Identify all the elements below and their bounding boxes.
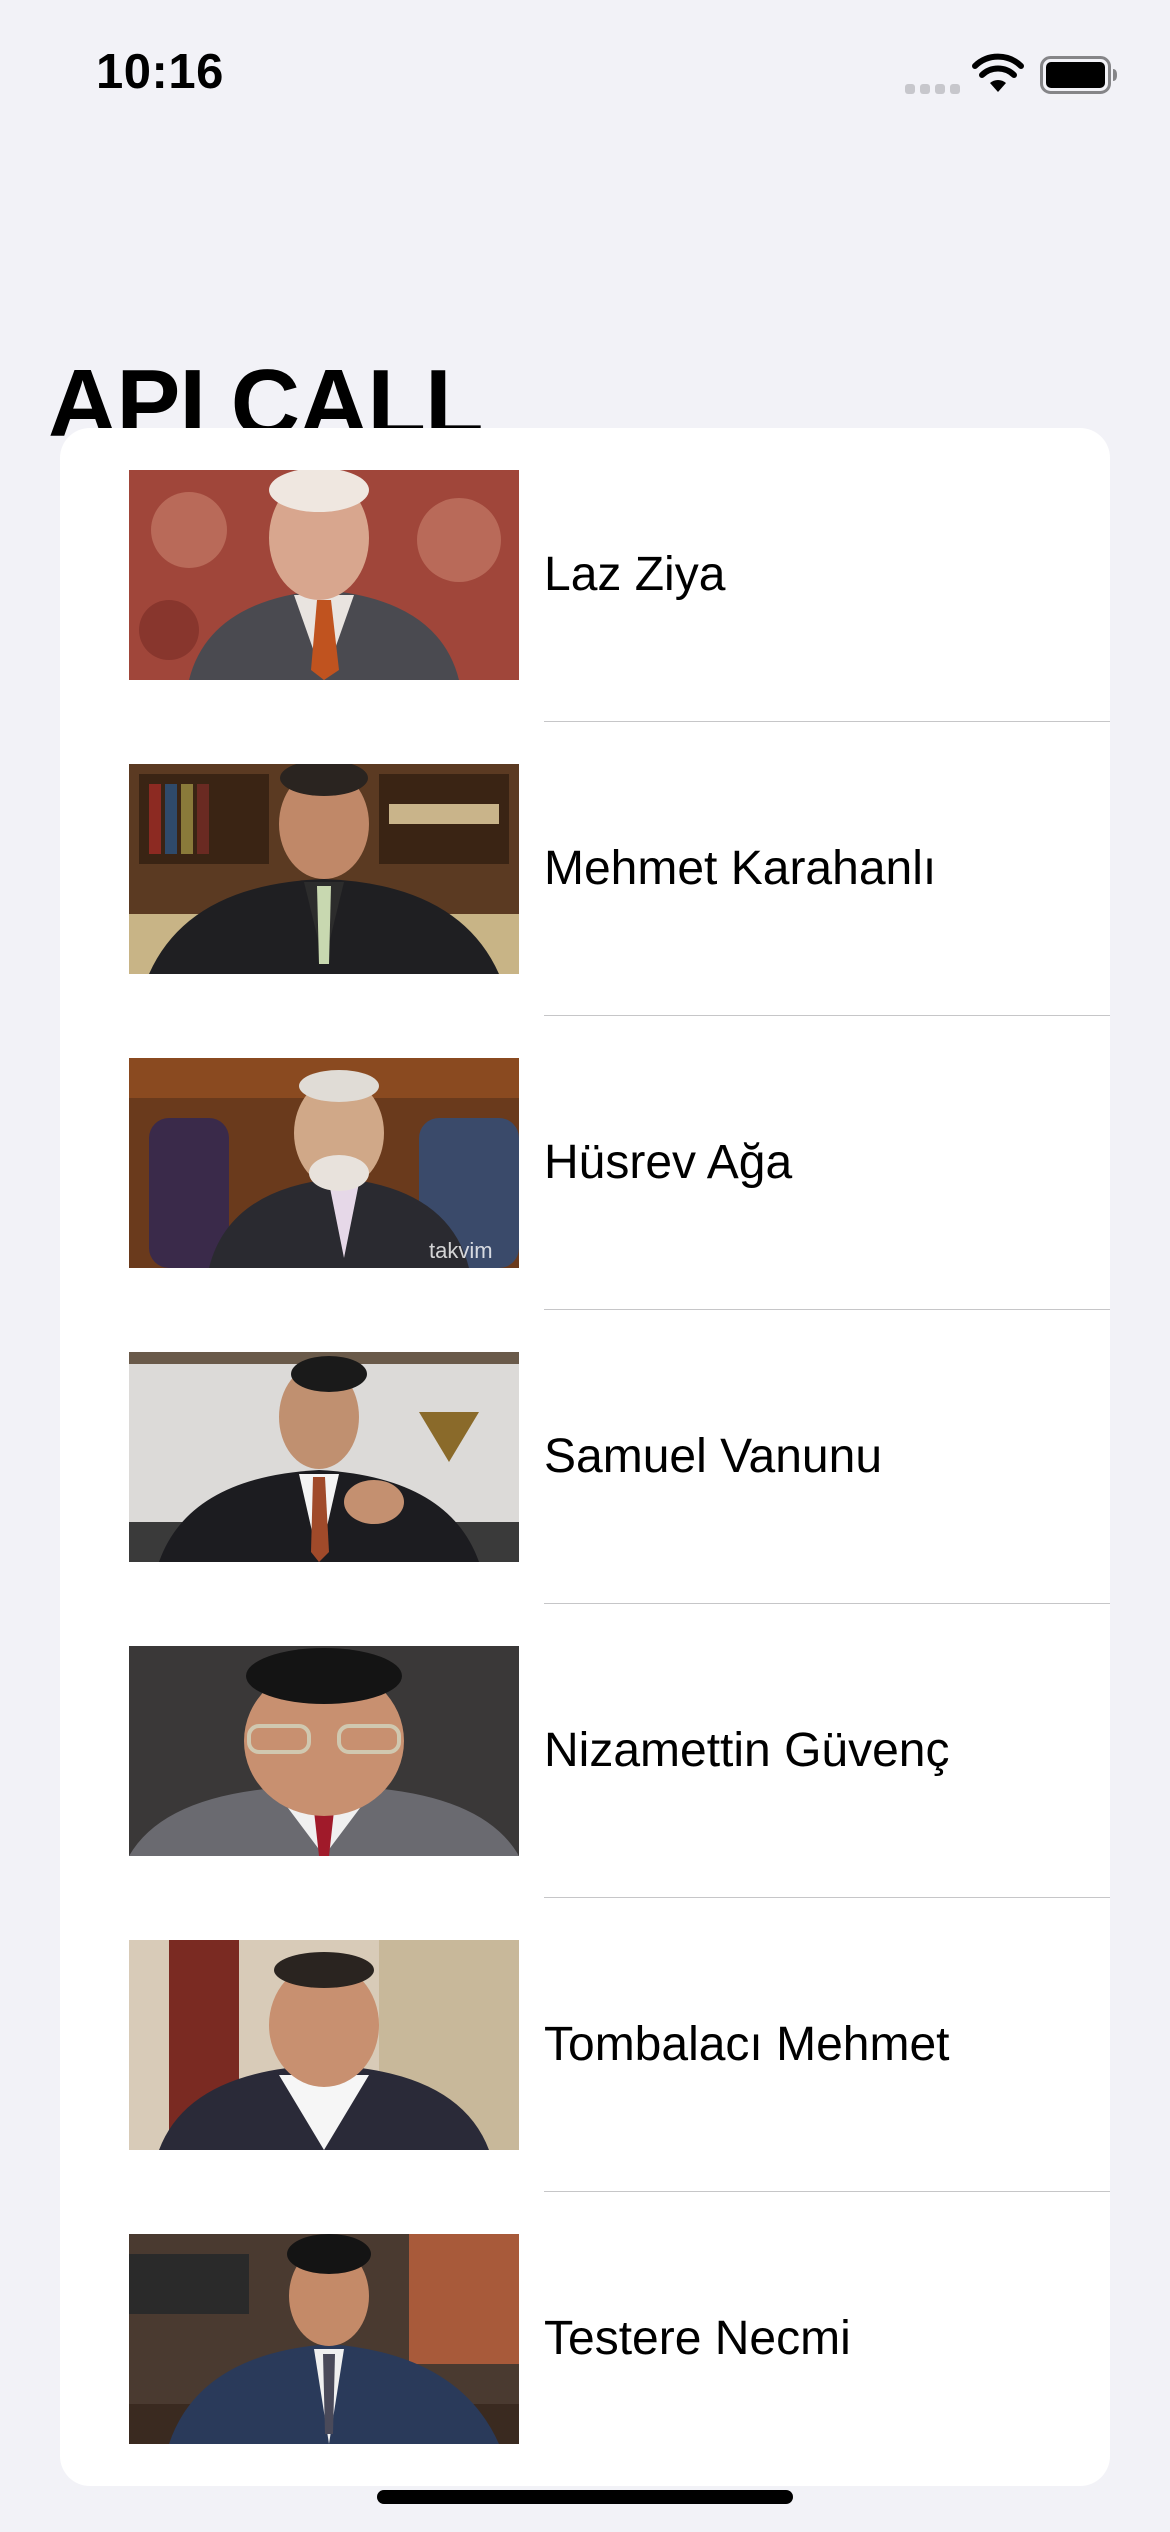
list-item[interactable]: Tombalacı Mehmet bbox=[60, 1898, 1110, 2192]
list-item-label: Nizamettin Güvenç bbox=[544, 1724, 950, 1777]
list-item[interactable]: Samuel Vanunu bbox=[60, 1310, 1110, 1604]
list-item[interactable]: Mehmet Karahanlı bbox=[60, 722, 1110, 1016]
portrait-image bbox=[129, 764, 519, 974]
list-item-label: Mehmet Karahanlı bbox=[544, 842, 937, 895]
character-list: Laz Ziya Mehmet Karahanlı takvim Hüsrev … bbox=[60, 428, 1110, 2486]
svg-text:takvim: takvim bbox=[429, 1238, 493, 1263]
portrait-image: takvim bbox=[129, 1058, 519, 1268]
list-item-label: Samuel Vanunu bbox=[544, 1430, 883, 1483]
list-item[interactable]: Testere Necmi bbox=[60, 2192, 1110, 2486]
status-bar: 10:16 bbox=[0, 0, 1170, 150]
portrait-image bbox=[129, 1352, 519, 1562]
cellular-signal-icon bbox=[905, 84, 960, 94]
portrait-image bbox=[129, 470, 519, 680]
battery-icon bbox=[1040, 56, 1117, 94]
list-item-label: Laz Ziya bbox=[544, 548, 726, 601]
list-item[interactable]: takvim Hüsrev Ağa bbox=[60, 1016, 1110, 1310]
portrait-image bbox=[129, 1646, 519, 1856]
portrait-image bbox=[129, 1940, 519, 2150]
portrait-image bbox=[129, 2234, 519, 2444]
wifi-icon bbox=[972, 53, 1024, 92]
home-indicator[interactable] bbox=[377, 2490, 793, 2504]
list-item-label: Hüsrev Ağa bbox=[544, 1136, 793, 1189]
list-item[interactable]: Nizamettin Güvenç bbox=[60, 1604, 1110, 1898]
list-item-label: Tombalacı Mehmet bbox=[544, 2018, 950, 2071]
status-time: 10:16 bbox=[96, 45, 224, 99]
list-item-label: Testere Necmi bbox=[544, 2312, 851, 2365]
list-item[interactable]: Laz Ziya bbox=[60, 428, 1110, 722]
